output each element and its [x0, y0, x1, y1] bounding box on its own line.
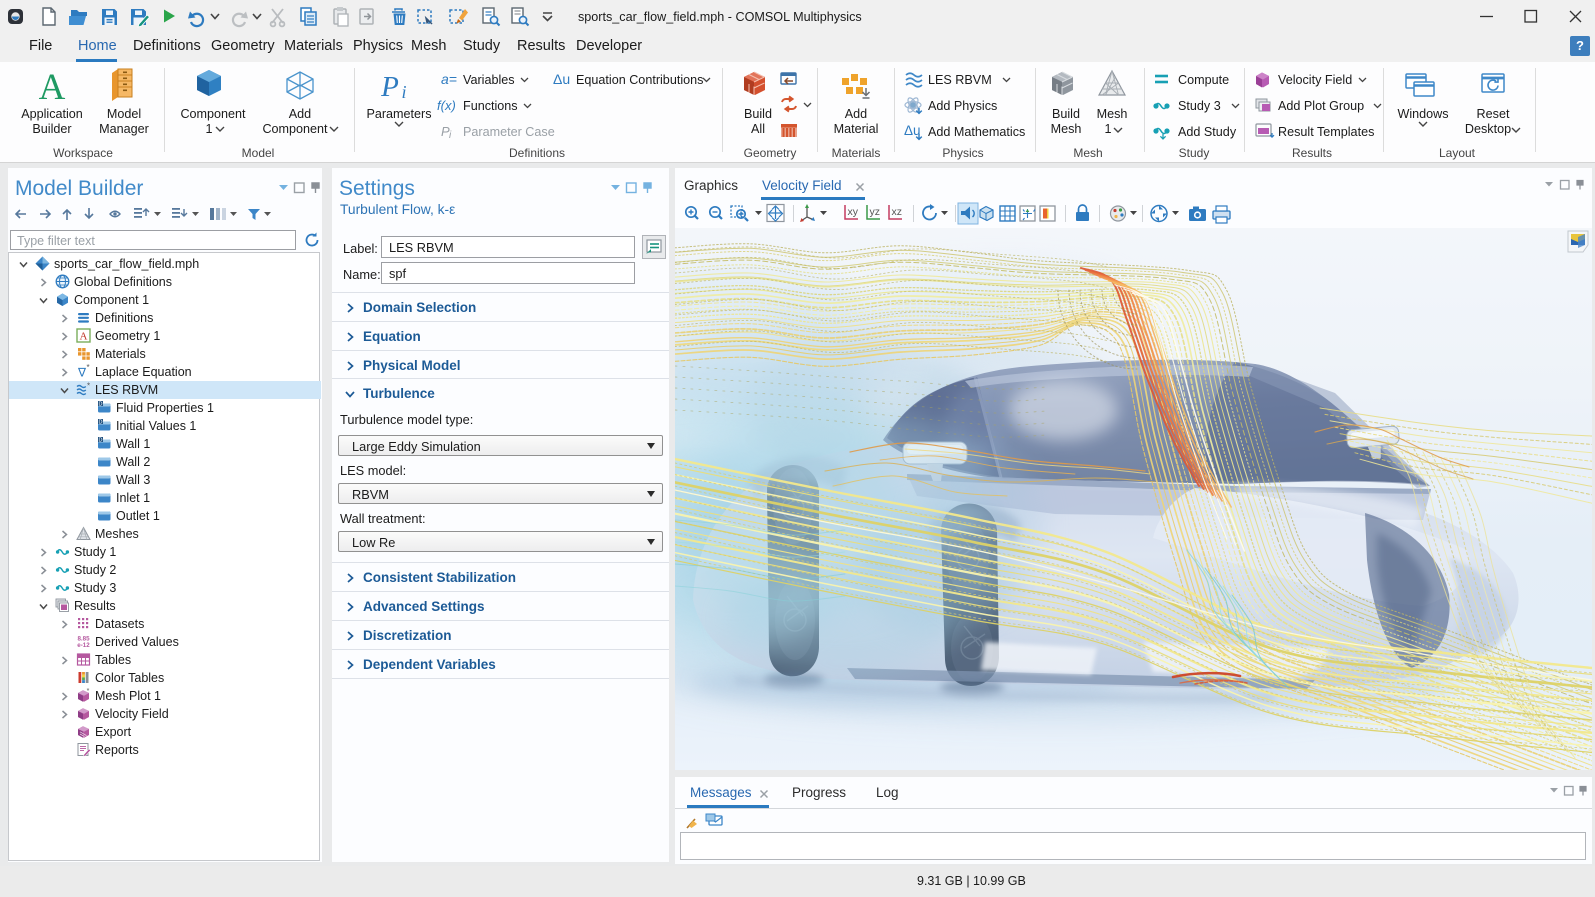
- svg-text:*: *: [86, 364, 89, 372]
- svg-text:Geometry: Geometry: [744, 146, 797, 160]
- svg-text:Build: Build: [1052, 107, 1080, 121]
- svg-text:Equation Contributions: Equation Contributions: [576, 73, 703, 87]
- svg-text:*: *: [87, 688, 90, 695]
- svg-text:Model: Model: [242, 146, 275, 160]
- svg-text:Study: Study: [1179, 146, 1210, 160]
- svg-text:Build: Build: [744, 107, 772, 121]
- svg-text:Velocity Field: Velocity Field: [1278, 73, 1352, 87]
- svg-text:e-12: e-12: [77, 642, 90, 649]
- svg-text:Study 3: Study 3: [1178, 99, 1221, 113]
- svg-text:Compute: Compute: [1178, 73, 1229, 87]
- svg-text:All: All: [751, 122, 765, 136]
- svg-text:*: *: [87, 382, 90, 391]
- svg-text:LES RBVM: LES RBVM: [928, 73, 992, 87]
- svg-text:Add: Add: [845, 107, 867, 121]
- svg-text:Results: Results: [1292, 146, 1332, 160]
- svg-text:Component: Component: [180, 107, 246, 121]
- svg-text:Variables: Variables: [463, 73, 515, 87]
- svg-text:Component: Component: [262, 122, 328, 136]
- svg-text:Manager: Manager: [99, 122, 149, 136]
- svg-text:D: D: [99, 437, 103, 443]
- svg-text:Model: Model: [107, 107, 141, 121]
- svg-text:Add Physics: Add Physics: [928, 99, 997, 113]
- svg-text:P: P: [380, 71, 399, 103]
- svg-text:Builder: Builder: [32, 122, 71, 136]
- svg-text:Mesh: Mesh: [1051, 122, 1082, 136]
- svg-text:Mesh: Mesh: [1073, 146, 1102, 160]
- svg-text:Definitions: Definitions: [509, 146, 565, 160]
- svg-text:Functions: Functions: [463, 99, 518, 113]
- svg-text:Layout: Layout: [1439, 146, 1476, 160]
- svg-text:f(x): f(x): [437, 98, 456, 113]
- svg-text:Desktop: Desktop: [1465, 122, 1511, 136]
- svg-text:xz: xz: [892, 206, 903, 218]
- svg-text:i: i: [401, 82, 406, 102]
- svg-text:Add: Add: [289, 107, 311, 121]
- svg-text:1: 1: [1104, 122, 1111, 136]
- svg-text:Mesh: Mesh: [1097, 107, 1128, 121]
- svg-text:Add Plot Group: Add Plot Group: [1278, 99, 1364, 113]
- svg-text:D: D: [99, 401, 103, 407]
- svg-text:1: 1: [205, 122, 212, 136]
- svg-text:yz: yz: [870, 206, 881, 218]
- svg-text:Parameters: Parameters: [366, 107, 431, 121]
- svg-text:Δu: Δu: [553, 71, 570, 87]
- svg-text:Workspace: Workspace: [53, 146, 113, 160]
- svg-text:A: A: [80, 331, 88, 343]
- svg-text:Reset: Reset: [1477, 107, 1510, 121]
- svg-text:D: D: [99, 419, 103, 425]
- svg-text:Material: Material: [834, 122, 879, 136]
- svg-text:sports_car_flow_field.mph - CO: sports_car_flow_field.mph - COMSOL Multi…: [578, 10, 862, 24]
- svg-text:Result Templates: Result Templates: [1278, 125, 1374, 139]
- svg-text:i: i: [449, 130, 452, 141]
- svg-text:Physics: Physics: [942, 146, 983, 160]
- svg-text:A: A: [39, 67, 66, 108]
- svg-text:Parameter Case: Parameter Case: [463, 125, 555, 139]
- svg-text:Add Mathematics: Add Mathematics: [928, 125, 1025, 139]
- svg-text:Application: Application: [21, 107, 83, 121]
- svg-text:Windows: Windows: [1397, 107, 1448, 121]
- svg-text:Δu: Δu: [904, 123, 921, 138]
- svg-text:Add Study: Add Study: [1178, 125, 1237, 139]
- svg-text:xy: xy: [848, 206, 859, 218]
- svg-text:a=: a=: [441, 71, 457, 87]
- svg-text:Materials: Materials: [832, 146, 881, 160]
